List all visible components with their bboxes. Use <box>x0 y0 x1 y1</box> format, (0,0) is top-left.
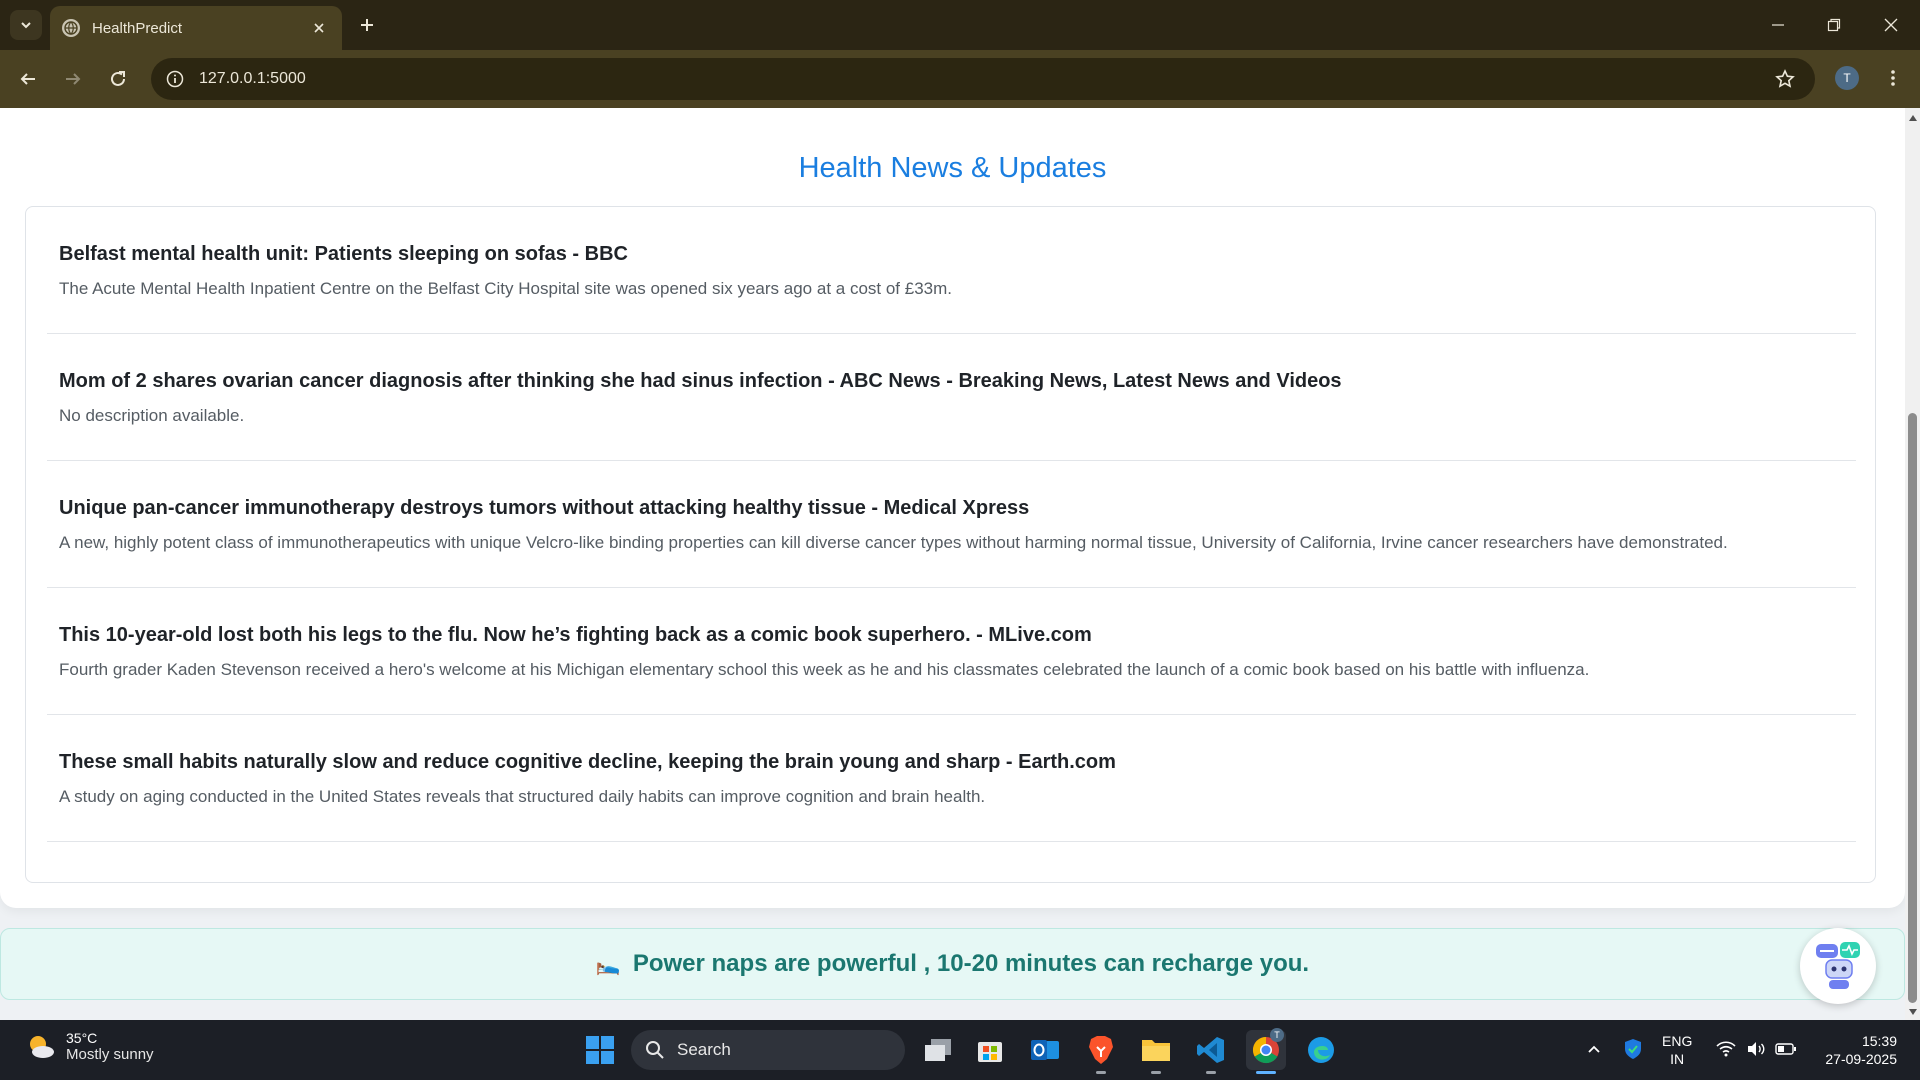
kebab-menu-icon <box>1891 70 1895 86</box>
news-description: No description available. <box>59 406 245 425</box>
chrome-button[interactable]: T <box>1246 1028 1286 1074</box>
news-title[interactable]: Mom of 2 shares ovarian cancer diagnosis… <box>59 370 1342 393</box>
browser-menu-button[interactable] <box>1880 64 1906 92</box>
reload-button[interactable] <box>104 65 132 93</box>
globe-icon <box>62 19 80 37</box>
edge-icon <box>1308 1037 1334 1063</box>
browser-tab[interactable]: HealthPredict <box>50 6 342 50</box>
reload-icon <box>111 71 125 86</box>
tab-close-button[interactable] <box>308 17 330 39</box>
tab-title: HealthPredict <box>92 19 183 37</box>
back-button[interactable] <box>14 65 42 93</box>
task-view-button[interactable] <box>918 1030 958 1070</box>
clock-time: 15:39 <box>1861 1033 1897 1049</box>
new-tab-button[interactable] <box>354 12 380 38</box>
edge-button[interactable] <box>1301 1030 1341 1070</box>
vscode-button[interactable] <box>1191 1030 1231 1074</box>
microsoft-store-button[interactable] <box>970 1030 1010 1070</box>
brave-lion-icon <box>1089 1036 1113 1064</box>
arrow-right-icon <box>66 73 81 85</box>
browser-toolbar: 127.0.0.1:5000 T <box>0 50 1920 108</box>
defender-shield-icon[interactable] <box>1622 1038 1644 1060</box>
windows-taskbar: 35°C Mostly sunny Search T ENG IN 15:39 … <box>0 1020 1920 1080</box>
browser-tab-bar: HealthPredict <box>0 0 1920 50</box>
weather-condition: Mostly sunny <box>66 1046 154 1063</box>
bookmark-star-icon[interactable] <box>1773 67 1797 91</box>
restore-icon <box>1827 18 1841 32</box>
health-tip-banner: 🛌 Power naps are powerful , 10-20 minute… <box>0 928 1905 1000</box>
bed-emoji: 🛌 <box>595 953 621 976</box>
file-explorer-button[interactable] <box>1136 1030 1176 1074</box>
site-info-icon[interactable] <box>163 67 187 91</box>
running-indicator <box>1151 1071 1161 1074</box>
chrome-profile-badge: T <box>1270 1028 1284 1042</box>
store-icon <box>978 1042 1002 1062</box>
search-icon <box>646 1041 664 1059</box>
sun-cloud-icon <box>30 1035 54 1058</box>
chevron-down-icon <box>21 22 31 29</box>
vscode-icon <box>1197 1037 1224 1063</box>
search-label: Search <box>677 1040 731 1059</box>
page-viewport: Health News & Updates Belfast mental hea… <box>0 108 1905 1020</box>
news-list: Belfast mental health unit: Patients sle… <box>25 206 1876 883</box>
news-description: The Acute Mental Health Inpatient Centre… <box>59 279 952 298</box>
scroll-thumb[interactable] <box>1908 413 1917 1003</box>
news-item[interactable]: This 10-year-old lost both his legs to t… <box>47 588 1856 715</box>
news-description: Fourth grader Kaden Stevenson received a… <box>59 660 1590 679</box>
brave-browser-button[interactable] <box>1081 1030 1121 1074</box>
scroll-up-icon[interactable] <box>1907 112 1918 123</box>
forward-button[interactable] <box>59 65 87 93</box>
clock-date: 27-09-2025 <box>1825 1051 1897 1067</box>
folder-icon <box>1142 1040 1170 1061</box>
region-code: IN <box>1670 1051 1685 1067</box>
news-item[interactable]: These small habits naturally slow and re… <box>47 715 1856 842</box>
news-title[interactable]: Unique pan-cancer immunotherapy destroys… <box>59 497 1029 520</box>
input-language[interactable]: ENG IN <box>1662 1032 1692 1068</box>
language-code: ENG <box>1662 1033 1693 1049</box>
news-item[interactable]: Mom of 2 shares ovarian cancer diagnosis… <box>47 334 1856 461</box>
running-indicator <box>1096 1071 1106 1074</box>
url-text[interactable]: 127.0.0.1:5000 <box>199 70 306 88</box>
plus-icon <box>361 19 373 31</box>
battery-icon[interactable] <box>1775 1038 1797 1060</box>
close-window-button[interactable] <box>1877 12 1905 38</box>
outlook-button[interactable] <box>1025 1030 1065 1070</box>
chevron-up-icon[interactable] <box>1583 1038 1605 1060</box>
taskbar-search[interactable]: Search <box>631 1030 905 1070</box>
health-tip-text: Power naps are powerful , 10-20 minutes … <box>632 950 1310 977</box>
wifi-icon[interactable] <box>1715 1038 1737 1060</box>
scroll-down-icon[interactable] <box>1907 1006 1918 1017</box>
volume-icon[interactable] <box>1745 1038 1767 1060</box>
news-description: A study on aging conducted in the United… <box>59 787 986 806</box>
tab-search-button[interactable] <box>10 10 42 40</box>
chatbot-button[interactable] <box>1800 928 1876 1004</box>
weather-temperature: 35°C <box>66 1030 98 1046</box>
address-bar[interactable]: 127.0.0.1:5000 <box>151 58 1815 100</box>
news-title[interactable]: This 10-year-old lost both his legs to t… <box>59 624 1092 647</box>
news-title[interactable]: These small habits naturally slow and re… <box>59 751 1116 774</box>
news-item[interactable]: Belfast mental health unit: Patients sle… <box>47 207 1856 334</box>
outlook-icon <box>1031 1040 1059 1060</box>
task-view-icon <box>925 1039 951 1061</box>
running-indicator <box>1206 1071 1216 1074</box>
close-icon <box>1884 18 1898 32</box>
arrow-left-icon <box>20 73 35 85</box>
news-title[interactable]: Belfast mental health unit: Patients sle… <box>59 243 628 266</box>
profile-avatar[interactable]: T <box>1835 66 1859 90</box>
system-clock[interactable]: 15:39 27-09-2025 <box>1805 1032 1897 1068</box>
start-button[interactable] <box>580 1030 620 1070</box>
restore-button[interactable] <box>1820 12 1848 38</box>
news-description: A new, highly potent class of immunother… <box>59 533 1728 552</box>
active-indicator <box>1256 1071 1276 1074</box>
minimize-icon <box>1772 24 1784 26</box>
news-section: Health News & Updates Belfast mental hea… <box>0 108 1905 908</box>
robot-chat-icon <box>1816 942 1860 989</box>
news-heading: Health News & Updates <box>798 152 1107 184</box>
close-icon <box>314 23 324 33</box>
page-scrollbar[interactable] <box>1905 108 1920 1020</box>
weather-widget[interactable]: 35°C Mostly sunny <box>26 1030 154 1063</box>
minimize-button[interactable] <box>1764 12 1792 38</box>
news-item[interactable]: Unique pan-cancer immunotherapy destroys… <box>47 461 1856 588</box>
windows-logo-icon <box>586 1036 614 1064</box>
